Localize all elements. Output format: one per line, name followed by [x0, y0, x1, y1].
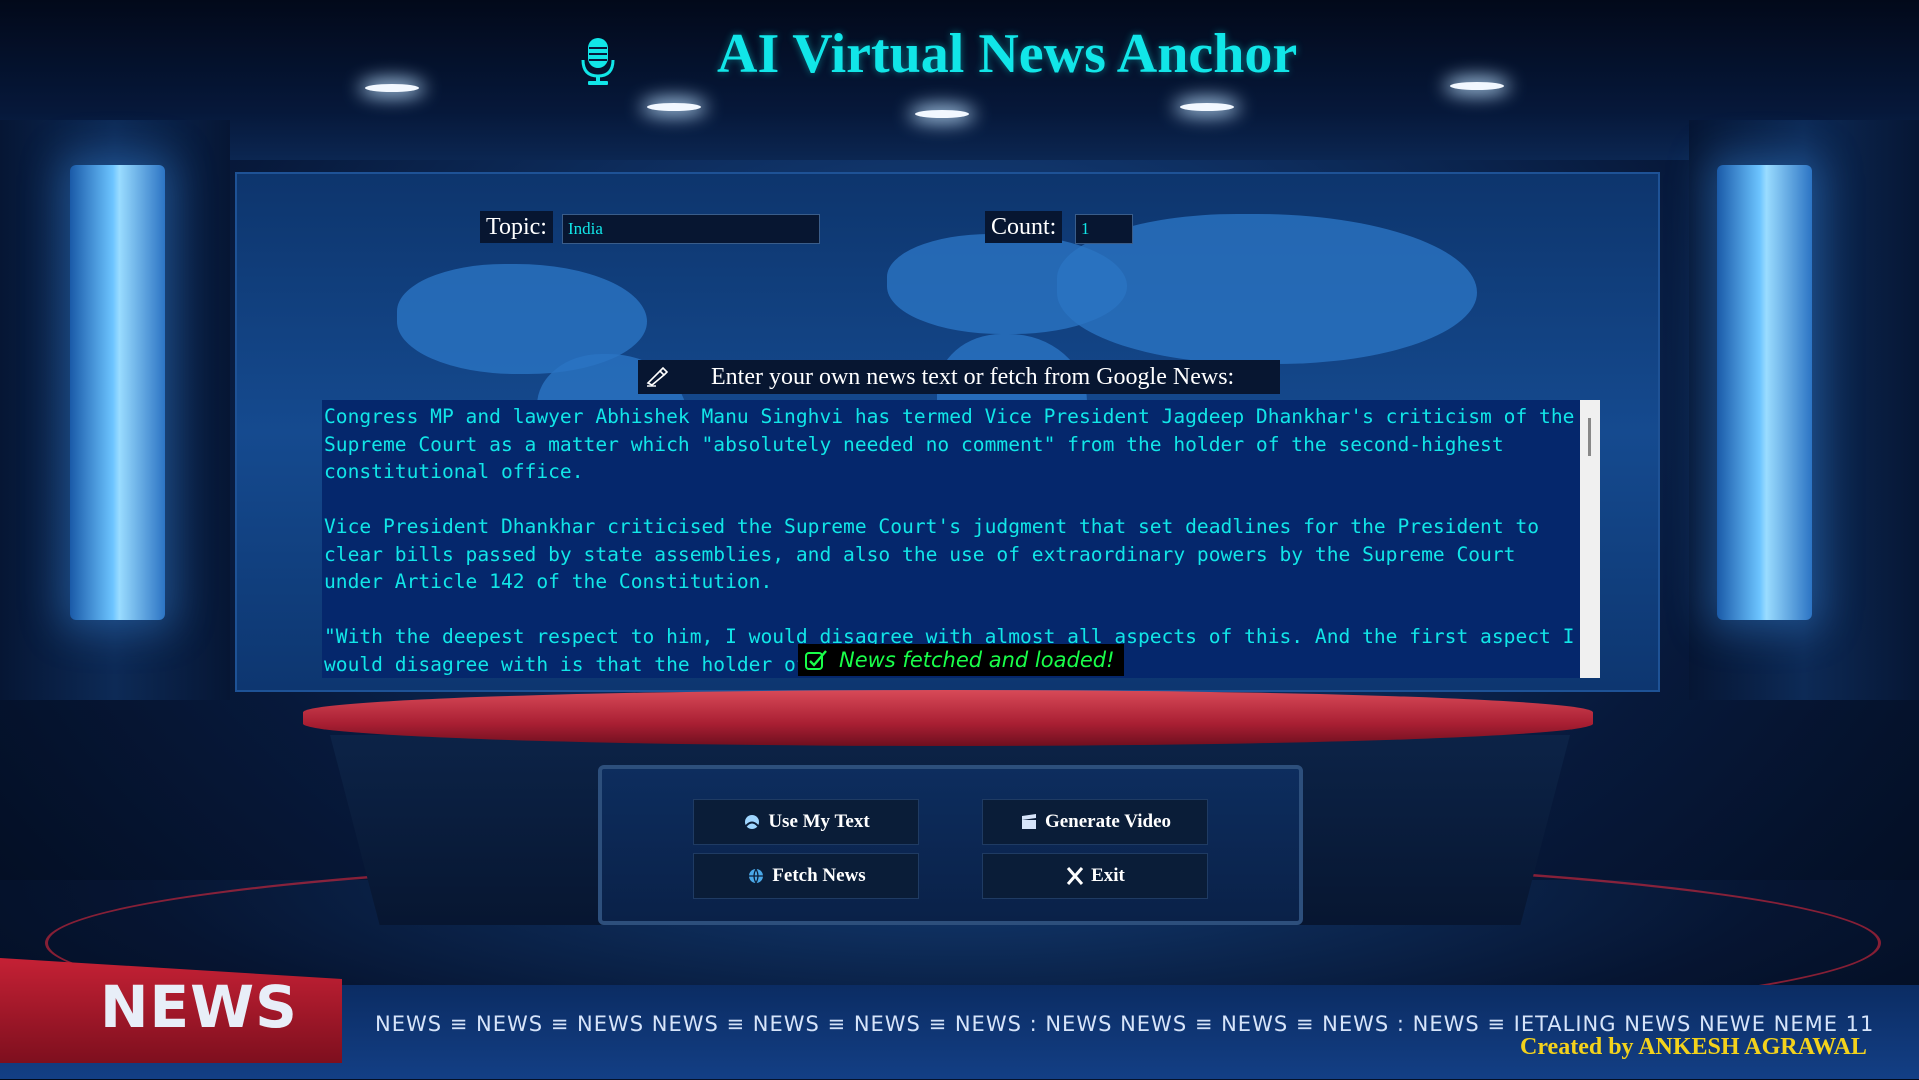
close-icon [1066, 867, 1084, 885]
count-label: Count: [985, 211, 1063, 243]
news-ticker-text: NEWS ≡ NEWS ≡ NEWS NEWS ≡ NEWS ≡ NEWS ≡ … [375, 1012, 1875, 1036]
writing-hand-icon [646, 367, 668, 387]
left-light-pillar [70, 165, 165, 620]
exit-button[interactable]: Exit [982, 853, 1208, 899]
news-logo-text: NEWS [100, 973, 298, 1041]
scrollbar-thumb[interactable] [1588, 418, 1591, 456]
fetch-news-label: Fetch News [772, 865, 866, 886]
footer-credit: Created by ANKESH AGRAWAL [1520, 1034, 1867, 1060]
news-prompt-label: Enter your own news text or fetch from G… [711, 364, 1235, 390]
news-text-content: Congress MP and lawyer Abhishek Manu Sin… [324, 403, 1582, 678]
generate-video-button[interactable]: Generate Video [982, 799, 1208, 845]
ceiling-light [647, 103, 701, 111]
ceiling-light [915, 110, 969, 118]
anchor-desk-top [303, 690, 1593, 746]
use-my-text-label: Use My Text [768, 811, 870, 832]
right-light-pillar [1717, 165, 1812, 620]
app-title: AI Virtual News Anchor [717, 23, 1298, 85]
count-input[interactable] [1075, 214, 1133, 244]
topic-input[interactable] [562, 214, 820, 244]
exit-label: Exit [1091, 865, 1125, 886]
fetch-news-button[interactable]: Fetch News [693, 853, 919, 899]
status-toast: News fetched and loaded! [798, 644, 1124, 676]
ceiling-light [365, 84, 419, 92]
news-paragraph: Vice President Dhankhar criticised the S… [324, 515, 1551, 593]
news-paragraph: Congress MP and lawyer Abhishek Manu Sin… [324, 405, 1575, 483]
text-area-scrollbar[interactable] [1580, 400, 1600, 678]
news-prompt-bar: Enter your own news text or fetch from G… [638, 360, 1280, 394]
desk-front-panel [598, 765, 1303, 925]
use-my-text-button[interactable]: Use My Text [693, 799, 919, 845]
ceiling-light [1450, 82, 1504, 90]
generate-video-label: Generate Video [1044, 811, 1172, 832]
ceiling-light [1180, 103, 1234, 111]
speaking-head-icon [745, 815, 760, 829]
news-text-area[interactable]: Congress MP and lawyer Abhishek Manu Sin… [322, 400, 1600, 678]
microphone-icon [581, 38, 615, 85]
checkbox-icon [805, 650, 827, 670]
status-toast-text: News fetched and loaded! [839, 648, 1115, 672]
globe-icon [749, 868, 764, 884]
clapperboard-icon [1021, 814, 1036, 829]
topic-label: Topic: [480, 211, 553, 243]
